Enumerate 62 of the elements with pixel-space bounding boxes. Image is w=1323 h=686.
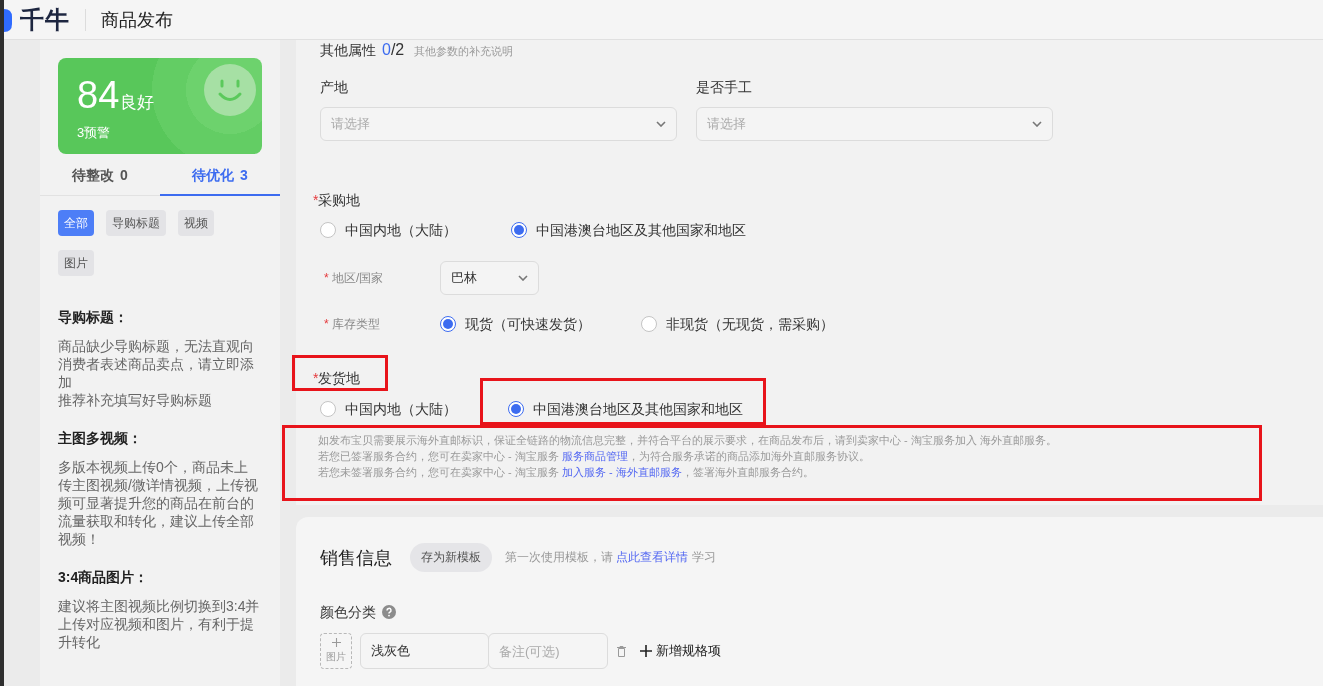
filter-chip[interactable]: 导购标题 — [106, 210, 166, 236]
tip-text: 多版本视频上传0个，商品未上传主图视频/微详情视频，上传视频可显著提升您的商品在前台的流量获取和转化，建议上传全部视频！ — [58, 458, 259, 548]
template-hint: 第一次使用模板，请 点此查看详情 学习 — [505, 549, 716, 566]
radio-icon[interactable] — [641, 316, 657, 332]
radio-icon[interactable] — [511, 222, 527, 238]
field-label: 颜色分类 — [320, 604, 376, 620]
page-title: 商品发布 — [101, 8, 173, 32]
filter-chip[interactable]: 视频 — [178, 210, 214, 236]
tip-title: 3:4商品图片： — [58, 568, 150, 586]
tip-text: 建议将主图视频比例切换到3:4并上传对应视频和图片，有利于提升转化 — [58, 597, 261, 651]
section-title: 其他属性 — [320, 42, 376, 60]
logo-text: 千牛 — [20, 4, 70, 35]
radio-option[interactable]: 中国内地（大陆） — [320, 220, 457, 240]
radio-icon[interactable] — [320, 401, 336, 417]
notice-link[interactable]: 服务商品管理 — [561, 450, 628, 462]
filter-chip[interactable]: 全部 — [58, 210, 94, 236]
add-spec-button[interactable]: 新增规格项 — [640, 642, 721, 660]
notice-link[interactable]: 加入服务 - 海外直邮服务 — [561, 466, 682, 478]
radio-icon[interactable] — [508, 401, 524, 417]
field-label: *采购地 — [313, 192, 362, 208]
radio-option[interactable]: 中国港澳台地区及其他国家和地区 — [508, 399, 743, 419]
radio-option[interactable]: 现货（可快速发货） — [440, 314, 591, 334]
field-label: 是否手工 — [696, 79, 753, 95]
plus-icon — [331, 638, 341, 647]
tip-title: 主图多视频： — [58, 429, 143, 447]
details-link[interactable]: 点此查看详情 — [616, 550, 689, 564]
plus-icon — [640, 645, 652, 657]
radio-option[interactable]: 中国港澳台地区及其他国家和地区 — [511, 220, 746, 240]
save-template-button[interactable]: 存为新模板 — [410, 543, 492, 572]
attribute-count: 0/2 — [382, 41, 405, 59]
radio-option[interactable]: 中国内地（大陆） — [320, 399, 457, 419]
notice-text: 若您已签署服务合约，您可在卖家中心 - 淘宝服务 服务商品管理，为符合服务承诺的商品添加海外直邮服务协议。 — [318, 449, 871, 464]
chevron-down-icon — [518, 275, 528, 281]
notice-text: 如发布宝贝需要展示海外直邮标识，保证全链路的物流信息完整，并符合平台的展示要求，在商品发布后，请到卖家中心 - 淘宝服务加入 海外直邮服务。 — [318, 433, 1058, 448]
tab[interactable]: 待优化 3 — [160, 158, 280, 196]
filter-chip[interactable]: 图片 — [58, 250, 94, 276]
select-field[interactable]: 巴林 — [440, 261, 539, 295]
tab[interactable]: 待整改 0 — [40, 158, 160, 196]
tip-text: 推荐补充填写好导购标题 — [58, 391, 213, 409]
section-hint: 其他参数的补充说明 — [414, 44, 514, 59]
logo-icon — [4, 7, 12, 32]
note-input[interactable]: 备注(可选) — [488, 633, 608, 669]
notice-text: 若您未签署服务合约，您可在卖家中心 - 淘宝服务 加入服务 - 海外直邮服务，签署海外直邮服务合约。 — [318, 465, 815, 480]
score-grade: 良好 — [120, 92, 155, 114]
color-name-input[interactable]: 浅灰色 — [360, 633, 489, 669]
chevron-down-icon — [656, 121, 666, 127]
field-label: * 地区/国家 — [324, 269, 385, 287]
field-label: *发货地 — [313, 370, 361, 386]
score-value: 84 — [77, 74, 120, 116]
radio-icon[interactable] — [320, 222, 336, 238]
warning-count: 3预警 — [77, 124, 111, 142]
trash-icon[interactable] — [617, 645, 626, 657]
chevron-down-icon — [1032, 121, 1042, 127]
section-title: 销售信息 — [320, 546, 392, 570]
radio-option[interactable]: 非现货（无现货，需采购） — [641, 314, 834, 334]
tip-title: 导购标题： — [58, 308, 129, 326]
field-label: * 库存类型 — [324, 315, 381, 333]
radio-icon[interactable] — [440, 316, 456, 332]
tip-text: 商品缺少导购标题，无法直观向消费者表述商品卖点，请立即添加 — [58, 337, 255, 391]
help-icon[interactable] — [382, 605, 396, 619]
field-label: 产地 — [320, 79, 349, 95]
smiley-icon — [204, 64, 256, 116]
